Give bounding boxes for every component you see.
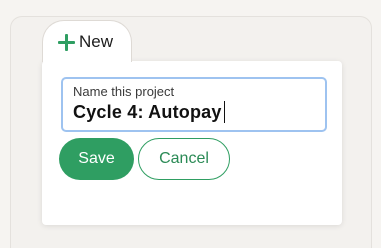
plus-icon <box>57 33 75 51</box>
project-name-value[interactable]: Cycle 4: Autopay <box>73 100 222 124</box>
new-button-label: New <box>79 31 114 51</box>
new-project-button[interactable]: New <box>42 20 132 62</box>
project-name-input[interactable]: Cycle 4: Autopay <box>73 100 325 124</box>
project-name-field[interactable]: Name this project Cycle 4: Autopay <box>61 77 327 132</box>
text-caret <box>223 101 226 123</box>
cancel-button[interactable]: Cancel <box>138 138 230 180</box>
app-stage: New Name this project Cycle 4: Autopay S… <box>0 0 381 248</box>
project-name-label: Name this project <box>73 84 175 99</box>
save-button[interactable]: Save <box>59 138 134 180</box>
